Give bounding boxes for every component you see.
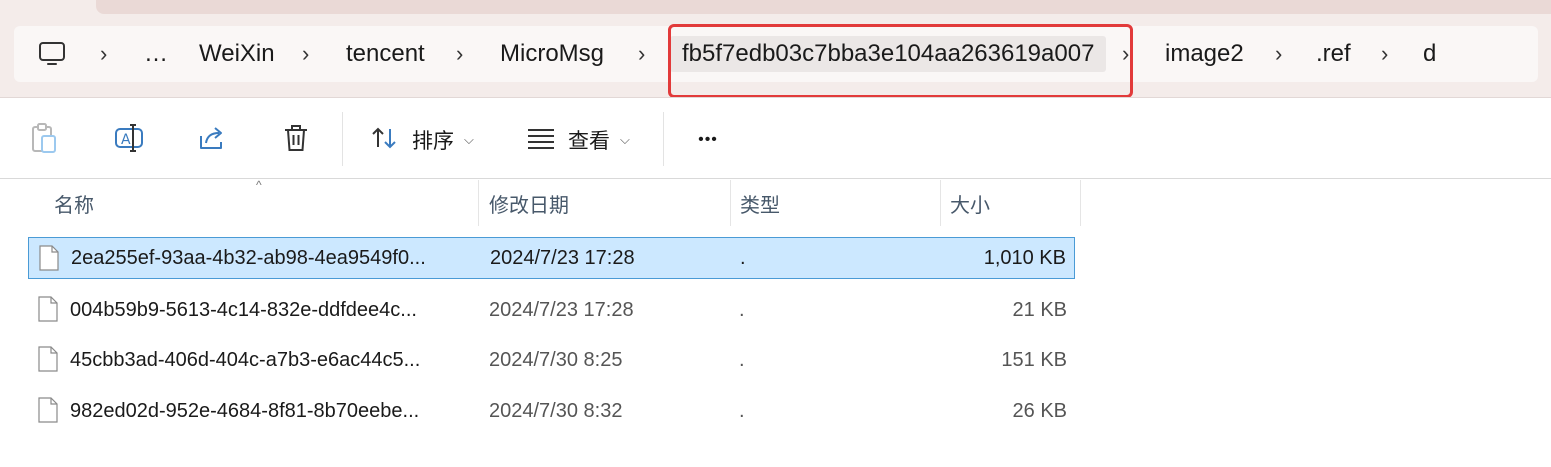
sort-label: 排序: [412, 130, 454, 153]
column-header-type[interactable]: 类型: [740, 180, 780, 226]
file-date: 2024/7/23 17:28: [489, 298, 634, 321]
more-options-button[interactable]: •••: [688, 118, 728, 162]
column-header-size[interactable]: 大小: [950, 180, 990, 226]
file-type: .: [739, 298, 745, 321]
delete-icon: [282, 123, 310, 158]
file-size: 151 KB: [1001, 348, 1067, 371]
file-row[interactable]: 45cbb3ad-406d-404c-a7b3-e6ac44c5... 2024…: [28, 339, 1075, 381]
breadcrumb-image2[interactable]: image2: [1165, 26, 1244, 82]
file-name: 45cbb3ad-406d-404c-a7b3-e6ac44c5...: [70, 348, 421, 371]
file-row[interactable]: 2ea255ef-93aa-4b32-ab98-4ea9549f0... 202…: [28, 237, 1075, 279]
view-icon: [526, 127, 556, 154]
chevron-down-icon: ⌵: [464, 132, 474, 147]
file-icon: [38, 397, 58, 428]
column-header-name[interactable]: 名称: [54, 180, 94, 226]
chevron-right-icon[interactable]: ›: [1381, 26, 1388, 82]
file-type: .: [740, 246, 746, 269]
file-name: 004b59b9-5613-4c14-832e-ddfdee4c...: [70, 298, 417, 321]
rename-icon: A: [113, 123, 145, 158]
file-name: 982ed02d-952e-4684-8f81-8b70eebe...: [70, 399, 420, 422]
file-date: 2024/7/30 8:25: [489, 348, 623, 371]
file-type: .: [739, 348, 745, 371]
breadcrumb-overflow[interactable]: …: [144, 26, 168, 82]
command-bar: A 排序 ⌵ 查看 ⌵ •••: [0, 98, 1551, 180]
view-button[interactable]: 查看 ⌵: [526, 118, 630, 162]
toolbar-separator: [663, 112, 664, 166]
chevron-down-icon: ⌵: [620, 132, 630, 147]
file-icon: [38, 296, 58, 327]
breadcrumb-ref[interactable]: .ref: [1316, 26, 1351, 82]
breadcrumb-weixin[interactable]: WeiXin: [199, 26, 275, 82]
chevron-right-icon[interactable]: ›: [302, 26, 309, 82]
sort-button[interactable]: 排序 ⌵: [370, 118, 474, 162]
chevron-right-icon[interactable]: ›: [638, 26, 645, 82]
address-bar[interactable]: › … WeiXin › tencent › MicroMsg › fb5f7e…: [14, 26, 1538, 82]
column-divider[interactable]: [1080, 180, 1081, 226]
tab-strip-edge: [96, 0, 1551, 14]
column-divider[interactable]: [730, 180, 731, 226]
rename-button[interactable]: A: [107, 118, 151, 162]
breadcrumb-d[interactable]: d: [1423, 26, 1436, 82]
chevron-right-icon[interactable]: ›: [100, 26, 107, 82]
file-type: .: [739, 399, 745, 422]
share-button[interactable]: [192, 118, 232, 162]
view-label: 查看: [568, 130, 610, 153]
file-date: 2024/7/23 17:28: [490, 246, 635, 269]
file-date: 2024/7/30 8:32: [489, 399, 623, 422]
file-size: 21 KB: [1012, 298, 1067, 321]
chevron-right-icon[interactable]: ›: [456, 26, 463, 82]
paste-button[interactable]: [24, 118, 64, 162]
column-divider[interactable]: [478, 180, 479, 226]
breadcrumb-account-folder[interactable]: fb5f7edb03c7bba3e104aa263619a007: [670, 36, 1107, 72]
svg-text:A: A: [121, 132, 131, 148]
file-size: 1,010 KB: [983, 246, 1066, 269]
chevron-right-icon[interactable]: ›: [1275, 26, 1282, 82]
chevron-right-icon[interactable]: ›: [1122, 26, 1129, 82]
file-icon: [39, 245, 59, 276]
breadcrumb-micromsg[interactable]: MicroMsg: [500, 26, 604, 82]
file-size: 26 KB: [1012, 399, 1067, 422]
column-header-date[interactable]: 修改日期: [489, 180, 569, 226]
column-divider[interactable]: [940, 180, 941, 226]
sort-icon: [370, 125, 400, 156]
paste-icon: [29, 122, 59, 159]
file-name: 2ea255ef-93aa-4b32-ab98-4ea9549f0...: [71, 246, 426, 269]
breadcrumb-tencent[interactable]: tencent: [346, 26, 425, 82]
file-row[interactable]: 982ed02d-952e-4684-8f81-8b70eebe... 2024…: [28, 390, 1075, 432]
sort-ascending-icon: ^: [256, 178, 262, 192]
share-icon: [197, 124, 227, 157]
file-row[interactable]: 004b59b9-5613-4c14-832e-ddfdee4c... 2024…: [28, 289, 1075, 331]
divider: [0, 178, 1551, 179]
computer-icon[interactable]: [38, 26, 66, 82]
file-icon: [38, 346, 58, 377]
delete-button[interactable]: [276, 118, 316, 162]
toolbar-separator: [342, 112, 343, 166]
